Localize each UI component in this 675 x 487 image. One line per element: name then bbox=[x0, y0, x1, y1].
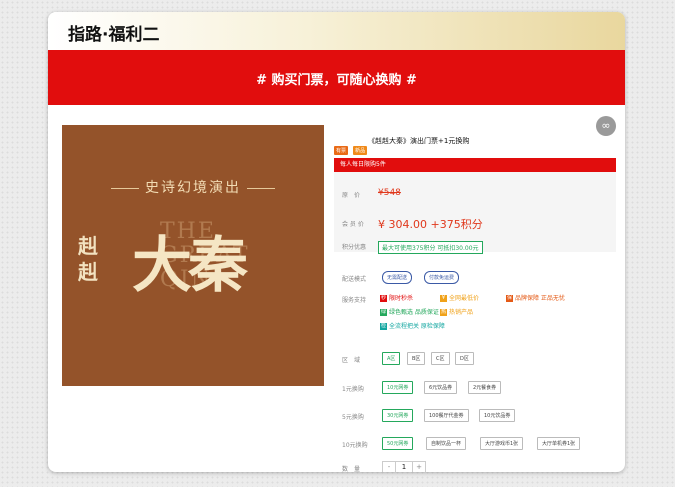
service-item: 秒限时秒杀 bbox=[380, 295, 414, 302]
shield-icon: 保 bbox=[506, 295, 513, 302]
promo-banner: # 购买门票，可随心换购 # bbox=[48, 50, 625, 105]
buy10-option[interactable]: 自制饮品一杯 bbox=[426, 437, 467, 450]
delivery-label: 配送模式 bbox=[342, 276, 367, 283]
service-label: 服务支持 bbox=[342, 297, 367, 304]
link-icon[interactable]: ∞ bbox=[596, 116, 616, 136]
quantity-label: 数 量 bbox=[342, 466, 361, 472]
buy10-option[interactable]: 50元网券 bbox=[382, 437, 414, 450]
quantity-stepper: - 1 + bbox=[382, 461, 426, 472]
coupon-badge: 最大可使用375积分 可抵扣30.00元 bbox=[378, 241, 483, 254]
poster-image: 史诗幻境演出 THE GREAT QIN 赳赳 大秦 bbox=[62, 125, 324, 386]
minus-button[interactable]: - bbox=[382, 461, 396, 472]
leaf-icon: 绿 bbox=[380, 309, 387, 316]
service-item: 热热销产品 bbox=[440, 309, 474, 316]
service-item: 绿绿色甄选 品质保证 bbox=[380, 309, 439, 316]
buy5-option[interactable]: 100餐厅代金券 bbox=[424, 409, 469, 422]
tag: 有票 bbox=[334, 146, 349, 155]
orig-price: ¥548 bbox=[378, 188, 401, 198]
member-price-label: 会 员 价 bbox=[342, 221, 364, 228]
delivery-option[interactable]: 无需配送 bbox=[382, 271, 413, 284]
buy1-label: 1元换购 bbox=[342, 386, 364, 393]
buy1-option[interactable]: 2元餐食券 bbox=[468, 381, 502, 394]
divider bbox=[247, 187, 275, 189]
tag: 新品 bbox=[353, 146, 368, 155]
orig-price-label: 原 价 bbox=[342, 192, 361, 199]
quantity-input[interactable]: 1 bbox=[396, 461, 412, 472]
plus-button[interactable]: + bbox=[412, 461, 426, 472]
poster-tagline: 史诗幻境演出 bbox=[145, 180, 241, 196]
delivery-option[interactable]: 付款免运费 bbox=[424, 271, 460, 284]
member-price: ¥ 304.00 +375积分 bbox=[378, 218, 483, 231]
poster-big-title: 大秦 bbox=[132, 231, 248, 301]
buy1-option[interactable]: 10元网券 bbox=[382, 381, 414, 394]
service-item: 保品牌保障 正品无忧 bbox=[506, 295, 565, 302]
product-card: 指路·福利二 # 购买门票，可随心换购 # ∞ 史诗幻境演出 THE GREAT… bbox=[48, 12, 625, 472]
banner-text: # 购买门票，可随心换购 # bbox=[256, 73, 417, 88]
buy10-label: 10元换购 bbox=[342, 442, 368, 449]
price-icon: ¥ bbox=[440, 295, 447, 302]
zone-option[interactable]: A区 bbox=[382, 352, 401, 365]
zone-option[interactable]: B区 bbox=[407, 352, 426, 365]
poster-small-title: 赳赳 bbox=[78, 234, 98, 284]
divider bbox=[111, 187, 139, 189]
product-title: 《赳赳大秦》演出门票+1元换购 bbox=[368, 137, 470, 145]
coupon-label: 积分优惠 bbox=[342, 244, 367, 251]
page-title: 指路·福利二 bbox=[68, 25, 160, 45]
service-item: ¥ 全网最低价 bbox=[440, 295, 480, 302]
product-tags: 有票 新品 bbox=[334, 137, 368, 156]
buy1-option[interactable]: 6元饮品券 bbox=[424, 381, 458, 394]
buy5-label: 5元换购 bbox=[342, 414, 364, 421]
card-header: 指路·福利二 bbox=[48, 12, 625, 50]
zone-option[interactable]: C区 bbox=[431, 352, 450, 365]
check-icon: 检 bbox=[380, 323, 387, 330]
purchase-limit: 每人每日限购5件 bbox=[334, 158, 616, 172]
price-box: 原 价 ¥548 会 员 价 ¥ 304.00 +375积分 积分优惠 bbox=[334, 172, 616, 252]
buy5-option[interactable]: 30元网券 bbox=[382, 409, 414, 422]
flash-icon: 秒 bbox=[380, 295, 387, 302]
service-item: 检全流程把关 原检保障 bbox=[380, 323, 445, 330]
buy10-option[interactable]: 大厅游戏币1张 bbox=[480, 437, 524, 450]
zone-label: 区 域 bbox=[342, 357, 361, 364]
poster-tagline-row: 史诗幻境演出 bbox=[62, 177, 324, 197]
zone-option[interactable]: D区 bbox=[455, 352, 474, 365]
fire-icon: 热 bbox=[440, 309, 447, 316]
buy10-option[interactable]: 大厅单机券1张 bbox=[537, 437, 581, 450]
buy5-option[interactable]: 10元饮品券 bbox=[479, 409, 516, 422]
